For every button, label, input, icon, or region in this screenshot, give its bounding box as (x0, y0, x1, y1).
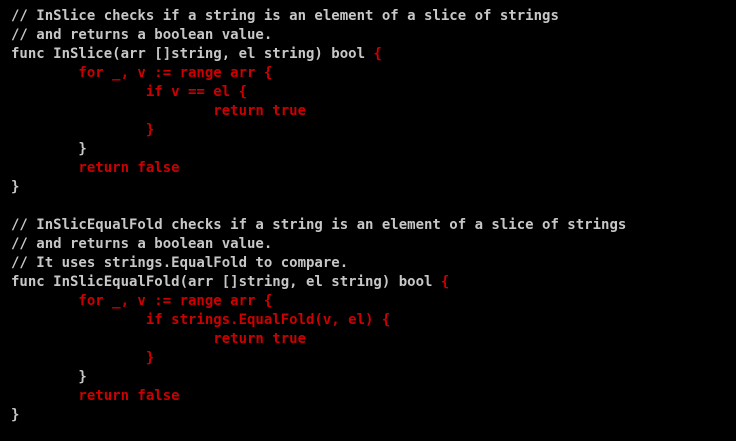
code-line: return true (11, 330, 626, 349)
code-token-keyword: for _, v := range arr { (11, 293, 273, 309)
code-token-keyword: return true (11, 331, 307, 347)
code-token-keyword: for _, v := range arr { (11, 65, 273, 81)
code-token: func InSlicEqualFold(arr []string, el st… (11, 274, 441, 290)
code-block: // InSlice checks if a string is an elem… (11, 7, 626, 425)
code-token: } (11, 141, 87, 157)
code-line: return true (11, 102, 626, 121)
code-token-keyword: return false (11, 160, 180, 176)
code-token-keyword: } (11, 350, 155, 366)
code-token: } (11, 369, 87, 385)
code-token: } (11, 407, 20, 423)
code-token: // and returns a boolean value. (11, 27, 273, 43)
code-token: } (11, 179, 20, 195)
code-line: } (11, 140, 626, 159)
code-line: // InSlicEqualFold checks if a string is… (11, 216, 626, 235)
code-editor[interactable]: // InSlice checks if a string is an elem… (0, 0, 736, 441)
code-token: // and returns a boolean value. (11, 236, 273, 252)
code-line: // and returns a boolean value. (11, 235, 626, 254)
code-token: // InSlicEqualFold checks if a string is… (11, 217, 627, 233)
code-line: } (11, 406, 626, 425)
code-token-keyword: } (11, 122, 155, 138)
code-token-keyword: return true (11, 103, 307, 119)
code-line: if strings.EqualFold(v, el) { (11, 311, 626, 330)
code-line: if v == el { (11, 83, 626, 102)
code-line: func InSlicEqualFold(arr []string, el st… (11, 273, 626, 292)
code-token-keyword: { (440, 274, 450, 290)
code-line: func InSlice(arr []string, el string) bo… (11, 45, 626, 64)
code-token-keyword: if strings.EqualFold(v, el) { (11, 312, 391, 328)
code-line: return false (11, 387, 626, 406)
code-line: } (11, 349, 626, 368)
code-line: // and returns a boolean value. (11, 26, 626, 45)
code-line: for _, v := range arr { (11, 64, 626, 83)
code-line: // It uses strings.EqualFold to compare. (11, 254, 626, 273)
code-token: // InSlice checks if a string is an elem… (11, 8, 559, 24)
code-token-keyword: return false (11, 388, 180, 404)
code-line: } (11, 178, 626, 197)
code-line: // InSlice checks if a string is an elem… (11, 7, 626, 26)
code-line: for _, v := range arr { (11, 292, 626, 311)
code-line: } (11, 121, 626, 140)
code-line: } (11, 368, 626, 387)
code-token: func InSlice(arr []string, el string) bo… (11, 46, 374, 62)
code-line: return false (11, 159, 626, 178)
code-token: // It uses strings.EqualFold to compare. (11, 255, 349, 271)
code-token-keyword: if v == el { (11, 84, 248, 100)
code-token-keyword: { (373, 46, 382, 62)
